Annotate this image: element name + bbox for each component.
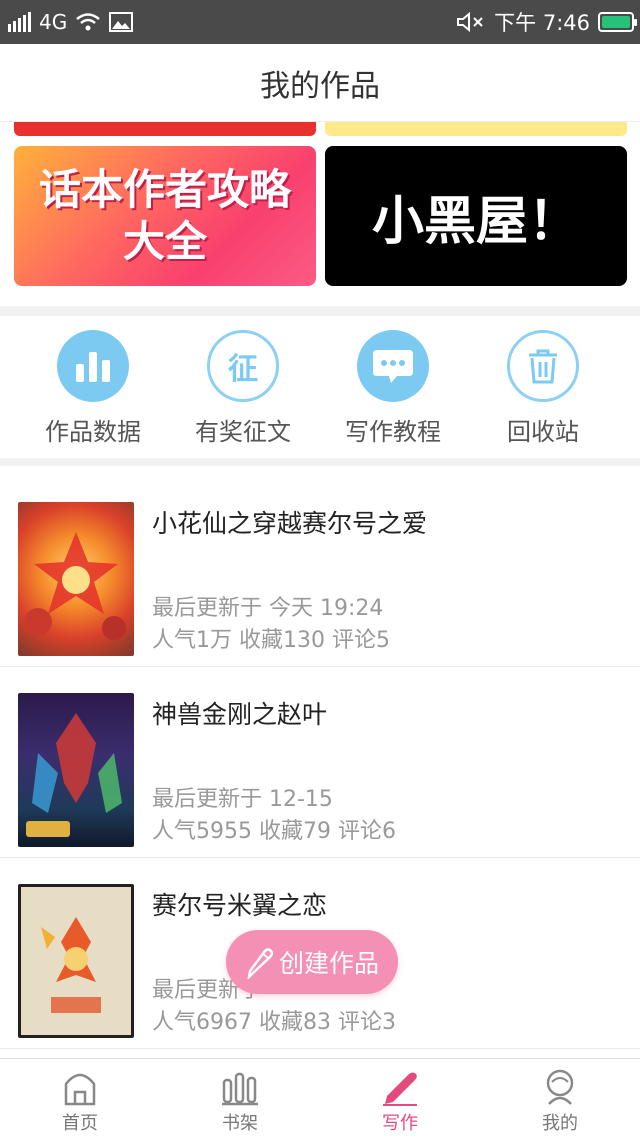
work-updated: 最后更新于 12-15 (152, 787, 333, 812)
tab-bookshelf-label: 书架 (222, 1113, 258, 1134)
blackroom-banner[interactable]: 小黑屋！ (325, 146, 627, 286)
recycle-bin-label: 回收站 (507, 418, 579, 446)
trash-icon (507, 330, 579, 402)
guide-banner-line2: 大全 (122, 217, 207, 266)
guide-banner-line1: 话本作者攻略 (38, 164, 291, 214)
guide-banner[interactable]: 话本作者攻略 大全 (14, 146, 316, 286)
work-cover-image (18, 502, 134, 656)
banner-area: 话本作者攻略 大全 小黑屋！ (0, 122, 640, 306)
home-icon (60, 1067, 100, 1107)
blackroom-banner-text: 小黑屋！ (371, 191, 580, 252)
tab-profile-label: 我的 (542, 1113, 578, 1134)
contest-icon: 征 (207, 330, 279, 402)
work-item[interactable]: 神兽金刚之赵叶 最后更新于 12-15 人气5955 收藏79 评论6 (0, 667, 640, 858)
recycle-bin-button[interactable]: 回收站 (468, 316, 618, 458)
divider (0, 306, 640, 316)
work-stats: 人气6967 收藏83 评论3 (152, 1010, 396, 1035)
work-data-button[interactable]: 作品数据 (18, 316, 168, 458)
status-bar: 4G 下午 7:46 (0, 0, 640, 44)
bar-chart-icon (57, 330, 129, 402)
quick-menu: 作品数据 征 有奖征文 写作教程 回收站 (0, 316, 640, 458)
tutorial-button[interactable]: 写作教程 (318, 316, 468, 458)
mute-icon (457, 11, 483, 33)
contest-label: 有奖征文 (195, 418, 291, 446)
banner-partial-top-right[interactable] (325, 122, 627, 136)
tab-profile[interactable]: 我的 (480, 1059, 640, 1138)
work-title: 赛尔号米翼之恋 (152, 891, 328, 920)
image-icon (109, 12, 134, 32)
bookshelf-icon (220, 1067, 260, 1107)
tab-bar: 首页 书架 写作 我的 (0, 1058, 640, 1138)
create-work-label: 创建作品 (278, 949, 379, 978)
pencil-icon (247, 948, 274, 979)
banner-partial-top-left[interactable] (14, 122, 316, 136)
page-title: 我的作品 (0, 44, 640, 122)
clock: 下午 7:46 (494, 11, 590, 35)
tab-bookshelf[interactable]: 书架 (160, 1059, 320, 1138)
work-stats: 人气1万 收藏130 评论5 (152, 628, 390, 653)
chat-bubble-icon (357, 330, 429, 402)
tutorial-label: 写作教程 (345, 418, 441, 446)
tab-home-label: 首页 (62, 1113, 98, 1134)
tab-home[interactable]: 首页 (0, 1059, 160, 1138)
work-stats: 人气5955 收藏79 评论6 (152, 819, 396, 844)
tab-write[interactable]: 写作 (320, 1059, 480, 1138)
work-data-label: 作品数据 (45, 418, 141, 446)
divider (0, 458, 640, 466)
contest-button[interactable]: 征 有奖征文 (168, 316, 318, 458)
wifi-icon (76, 13, 101, 31)
battery-icon (598, 12, 637, 32)
work-title: 神兽金刚之赵叶 (152, 700, 328, 729)
pencil-icon (380, 1067, 420, 1107)
work-title: 小花仙之穿越赛尔号之爱 (152, 509, 428, 538)
work-item[interactable]: 小花仙之穿越赛尔号之爱 最后更新于 今天 19:24 人气1万 收藏130 评论… (0, 476, 640, 667)
work-cover-image (18, 693, 134, 847)
tab-write-label: 写作 (382, 1113, 418, 1134)
create-work-button[interactable]: 创建作品 (226, 930, 398, 994)
signal-icon (8, 12, 31, 32)
work-updated: 最后更新于 今天 19:24 (152, 596, 384, 621)
work-cover-image (18, 884, 134, 1038)
contest-glyph: 征 (228, 352, 258, 387)
network-type: 4G (39, 10, 68, 34)
profile-icon (540, 1067, 580, 1107)
